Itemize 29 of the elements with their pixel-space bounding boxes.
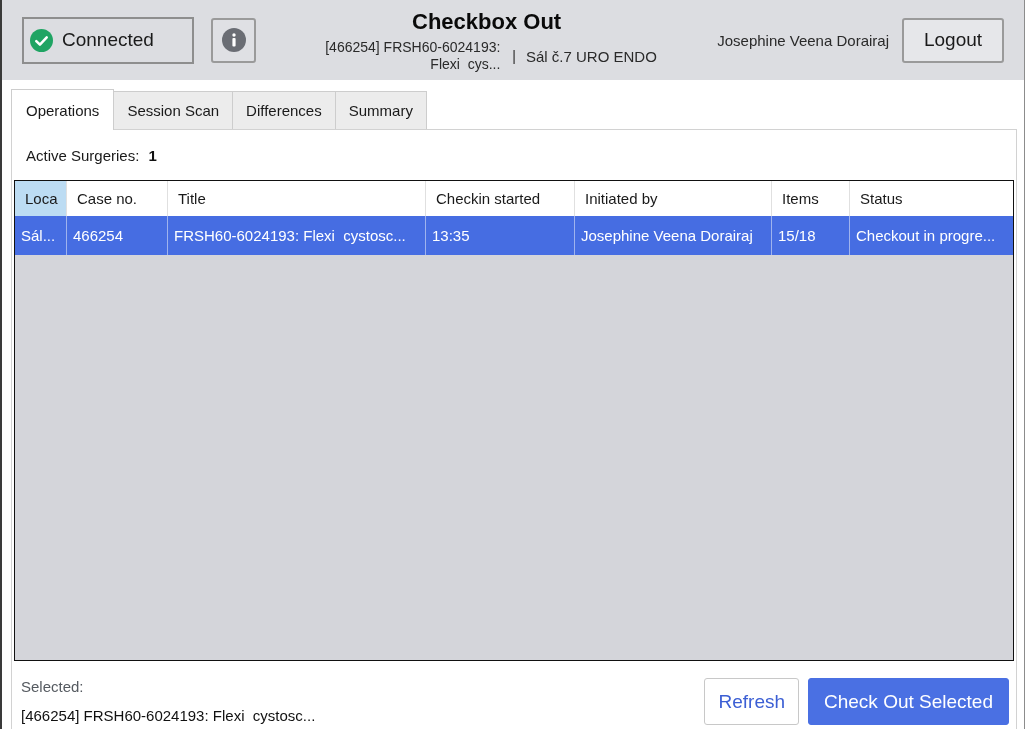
check-out-button[interactable]: Check Out Selected (808, 678, 1009, 725)
tab[interactable]: Session Scan (113, 91, 234, 129)
user-name: Josephine Veena Dorairaj (717, 31, 889, 49)
active-surgeries-count: 1 (148, 146, 157, 164)
table-cell: FRSH60-6024193: Flexi cystosc... (168, 216, 426, 255)
window-title: Checkbox Out (412, 9, 562, 35)
logout-button[interactable]: Logout (902, 17, 1004, 63)
table-cell: 466254 (67, 216, 168, 255)
tab[interactable]: Operations (11, 89, 115, 130)
tab[interactable]: Differences (232, 91, 336, 129)
refresh-button[interactable]: Refresh (704, 678, 799, 725)
info-icon (221, 28, 246, 52)
table-cell: 13:35 (426, 216, 575, 255)
table-cell: 15/18 (772, 216, 850, 255)
table-row[interactable]: Sál... 466254 FRSH60-6024193: Flexi cystosc... 13:35 Josephine Veena Dorairaj 15/18 Checkout in progre... (15, 216, 1013, 255)
tab[interactable]: Summary (334, 91, 427, 129)
case-label: [466254] FRSH60-6024193: Flexi cys... (324, 39, 501, 73)
table-cell: Josephine Veena Dorairaj (575, 216, 772, 255)
selected-value: [466254] FRSH60-6024193: Flexi cystosc... (21, 707, 316, 725)
column-header[interactable]: Loca (15, 181, 67, 216)
column-header[interactable]: Status (850, 181, 1013, 216)
active-surgeries-label: Active Surgeries: (26, 146, 140, 164)
room-label: Sál č.7 URO ENDO (526, 47, 657, 65)
separator-text: | (512, 48, 516, 64)
table-cell-text: Checkout in progre... (855, 226, 997, 246)
info-button[interactable] (211, 17, 256, 63)
table-cell: Sál... (15, 216, 67, 255)
selected-label: Selected: (21, 678, 85, 696)
connection-label: Connected (62, 29, 154, 51)
